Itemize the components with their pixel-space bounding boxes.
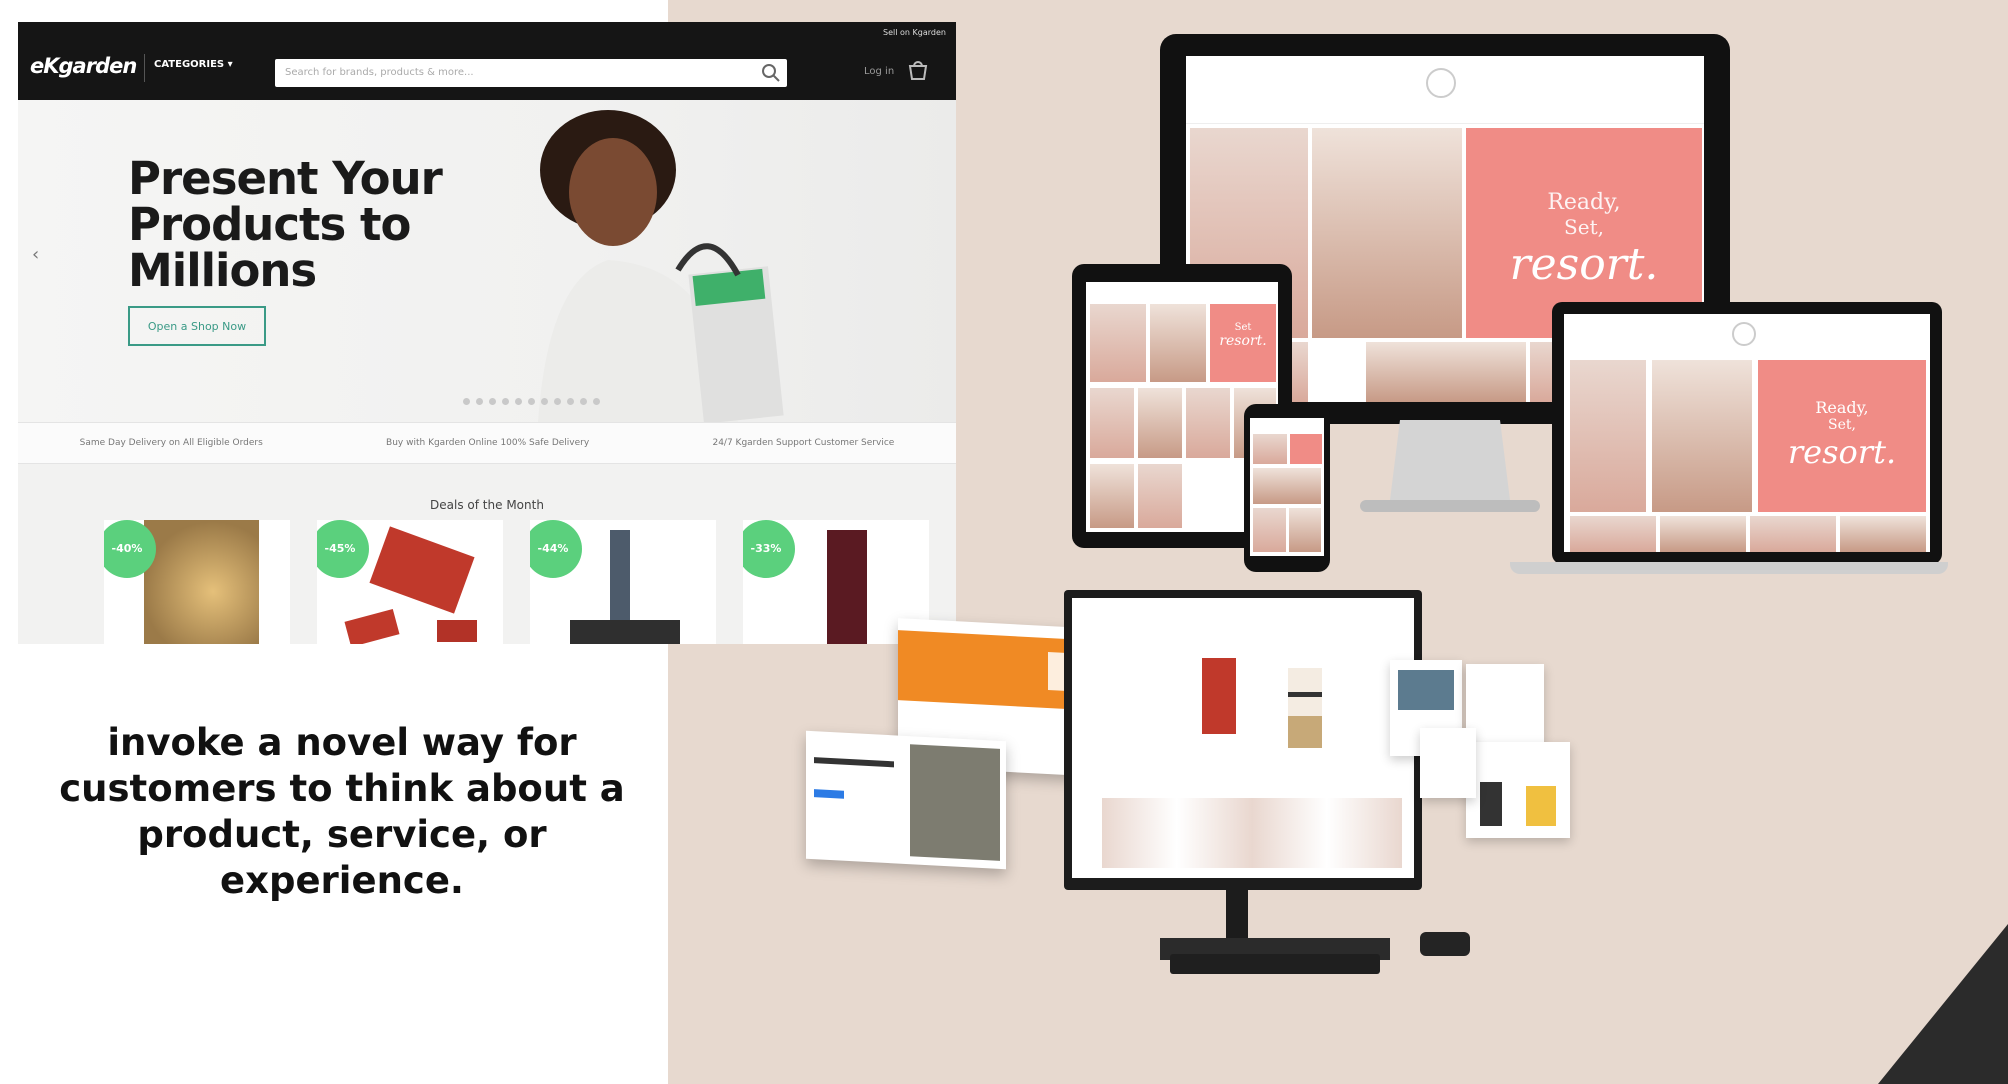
corner-triangle bbox=[1878, 924, 2008, 1084]
product-card[interactable]: -44% bbox=[530, 520, 716, 644]
brand-logo-icon bbox=[1426, 68, 1456, 98]
features-strip: Same Day Delivery on All Eligible Orders… bbox=[18, 422, 956, 464]
login-link[interactable]: Log in bbox=[864, 66, 894, 77]
brand-logo-icon bbox=[1732, 322, 1756, 346]
carousel-dots[interactable] bbox=[463, 398, 600, 405]
laptop-screen: Ready, Set, resort. bbox=[1564, 314, 1930, 552]
site-logo[interactable]: eKgarden bbox=[30, 54, 137, 78]
open-shop-button[interactable]: Open a Shop Now bbox=[128, 306, 266, 346]
floating-screen-mid bbox=[1420, 728, 1476, 798]
laptop-device: Ready, Set, resort. bbox=[1552, 302, 1942, 564]
feature-safe: Buy with Kgarden Online 100% Safe Delive… bbox=[386, 438, 590, 448]
floating-monitor-screen bbox=[1072, 598, 1414, 878]
deals-heading: Deals of the Month bbox=[430, 498, 544, 512]
product-card[interactable]: -40% bbox=[104, 520, 290, 644]
categories-dropdown[interactable]: CATEGORIES ▾ bbox=[154, 59, 233, 70]
feature-support: 24/7 Kgarden Support Customer Service bbox=[712, 438, 895, 448]
site-header: Sell on Kgarden eKgarden CATEGORIES ▾ Se… bbox=[18, 22, 956, 100]
phone-device bbox=[1244, 404, 1330, 572]
search-icon[interactable] bbox=[760, 62, 782, 84]
laptop-promo[interactable]: Ready, Set, resort. bbox=[1758, 360, 1926, 512]
phone-screen bbox=[1250, 418, 1324, 556]
hero-woman-image bbox=[538, 110, 784, 422]
discount-badge: -45% bbox=[317, 520, 369, 578]
search-input[interactable]: Search for brands, products & more... bbox=[275, 59, 787, 87]
carousel-prev-icon[interactable]: ‹ bbox=[32, 244, 39, 265]
hero-banner: ‹ Present Your Products to Millions Open… bbox=[18, 100, 956, 422]
floating-screen-right bbox=[1466, 742, 1570, 838]
discount-badge: -44% bbox=[530, 520, 582, 578]
floating-monitor-stand bbox=[1160, 888, 1470, 974]
feature-delivery: Same Day Delivery on All Eligible Orders bbox=[79, 438, 263, 448]
discount-badge: -33% bbox=[743, 520, 795, 578]
product-card[interactable]: -45% bbox=[317, 520, 503, 644]
tagline-text: invoke a novel way for customers to thin… bbox=[59, 721, 625, 902]
sell-link[interactable]: Sell on Kgarden bbox=[883, 28, 946, 37]
header-divider bbox=[144, 54, 145, 82]
cart-icon[interactable] bbox=[906, 58, 930, 82]
monitor-stand bbox=[1360, 420, 1540, 512]
product-row: -40% -45% -44% -33% bbox=[104, 520, 929, 644]
floating-monitor bbox=[1064, 590, 1422, 890]
floating-screen-left bbox=[806, 730, 1006, 870]
website-screenshot: Sell on Kgarden eKgarden CATEGORIES ▾ Se… bbox=[18, 22, 956, 644]
laptop-base bbox=[1510, 562, 1948, 574]
tablet-promo[interactable]: Set resort. bbox=[1210, 304, 1276, 382]
